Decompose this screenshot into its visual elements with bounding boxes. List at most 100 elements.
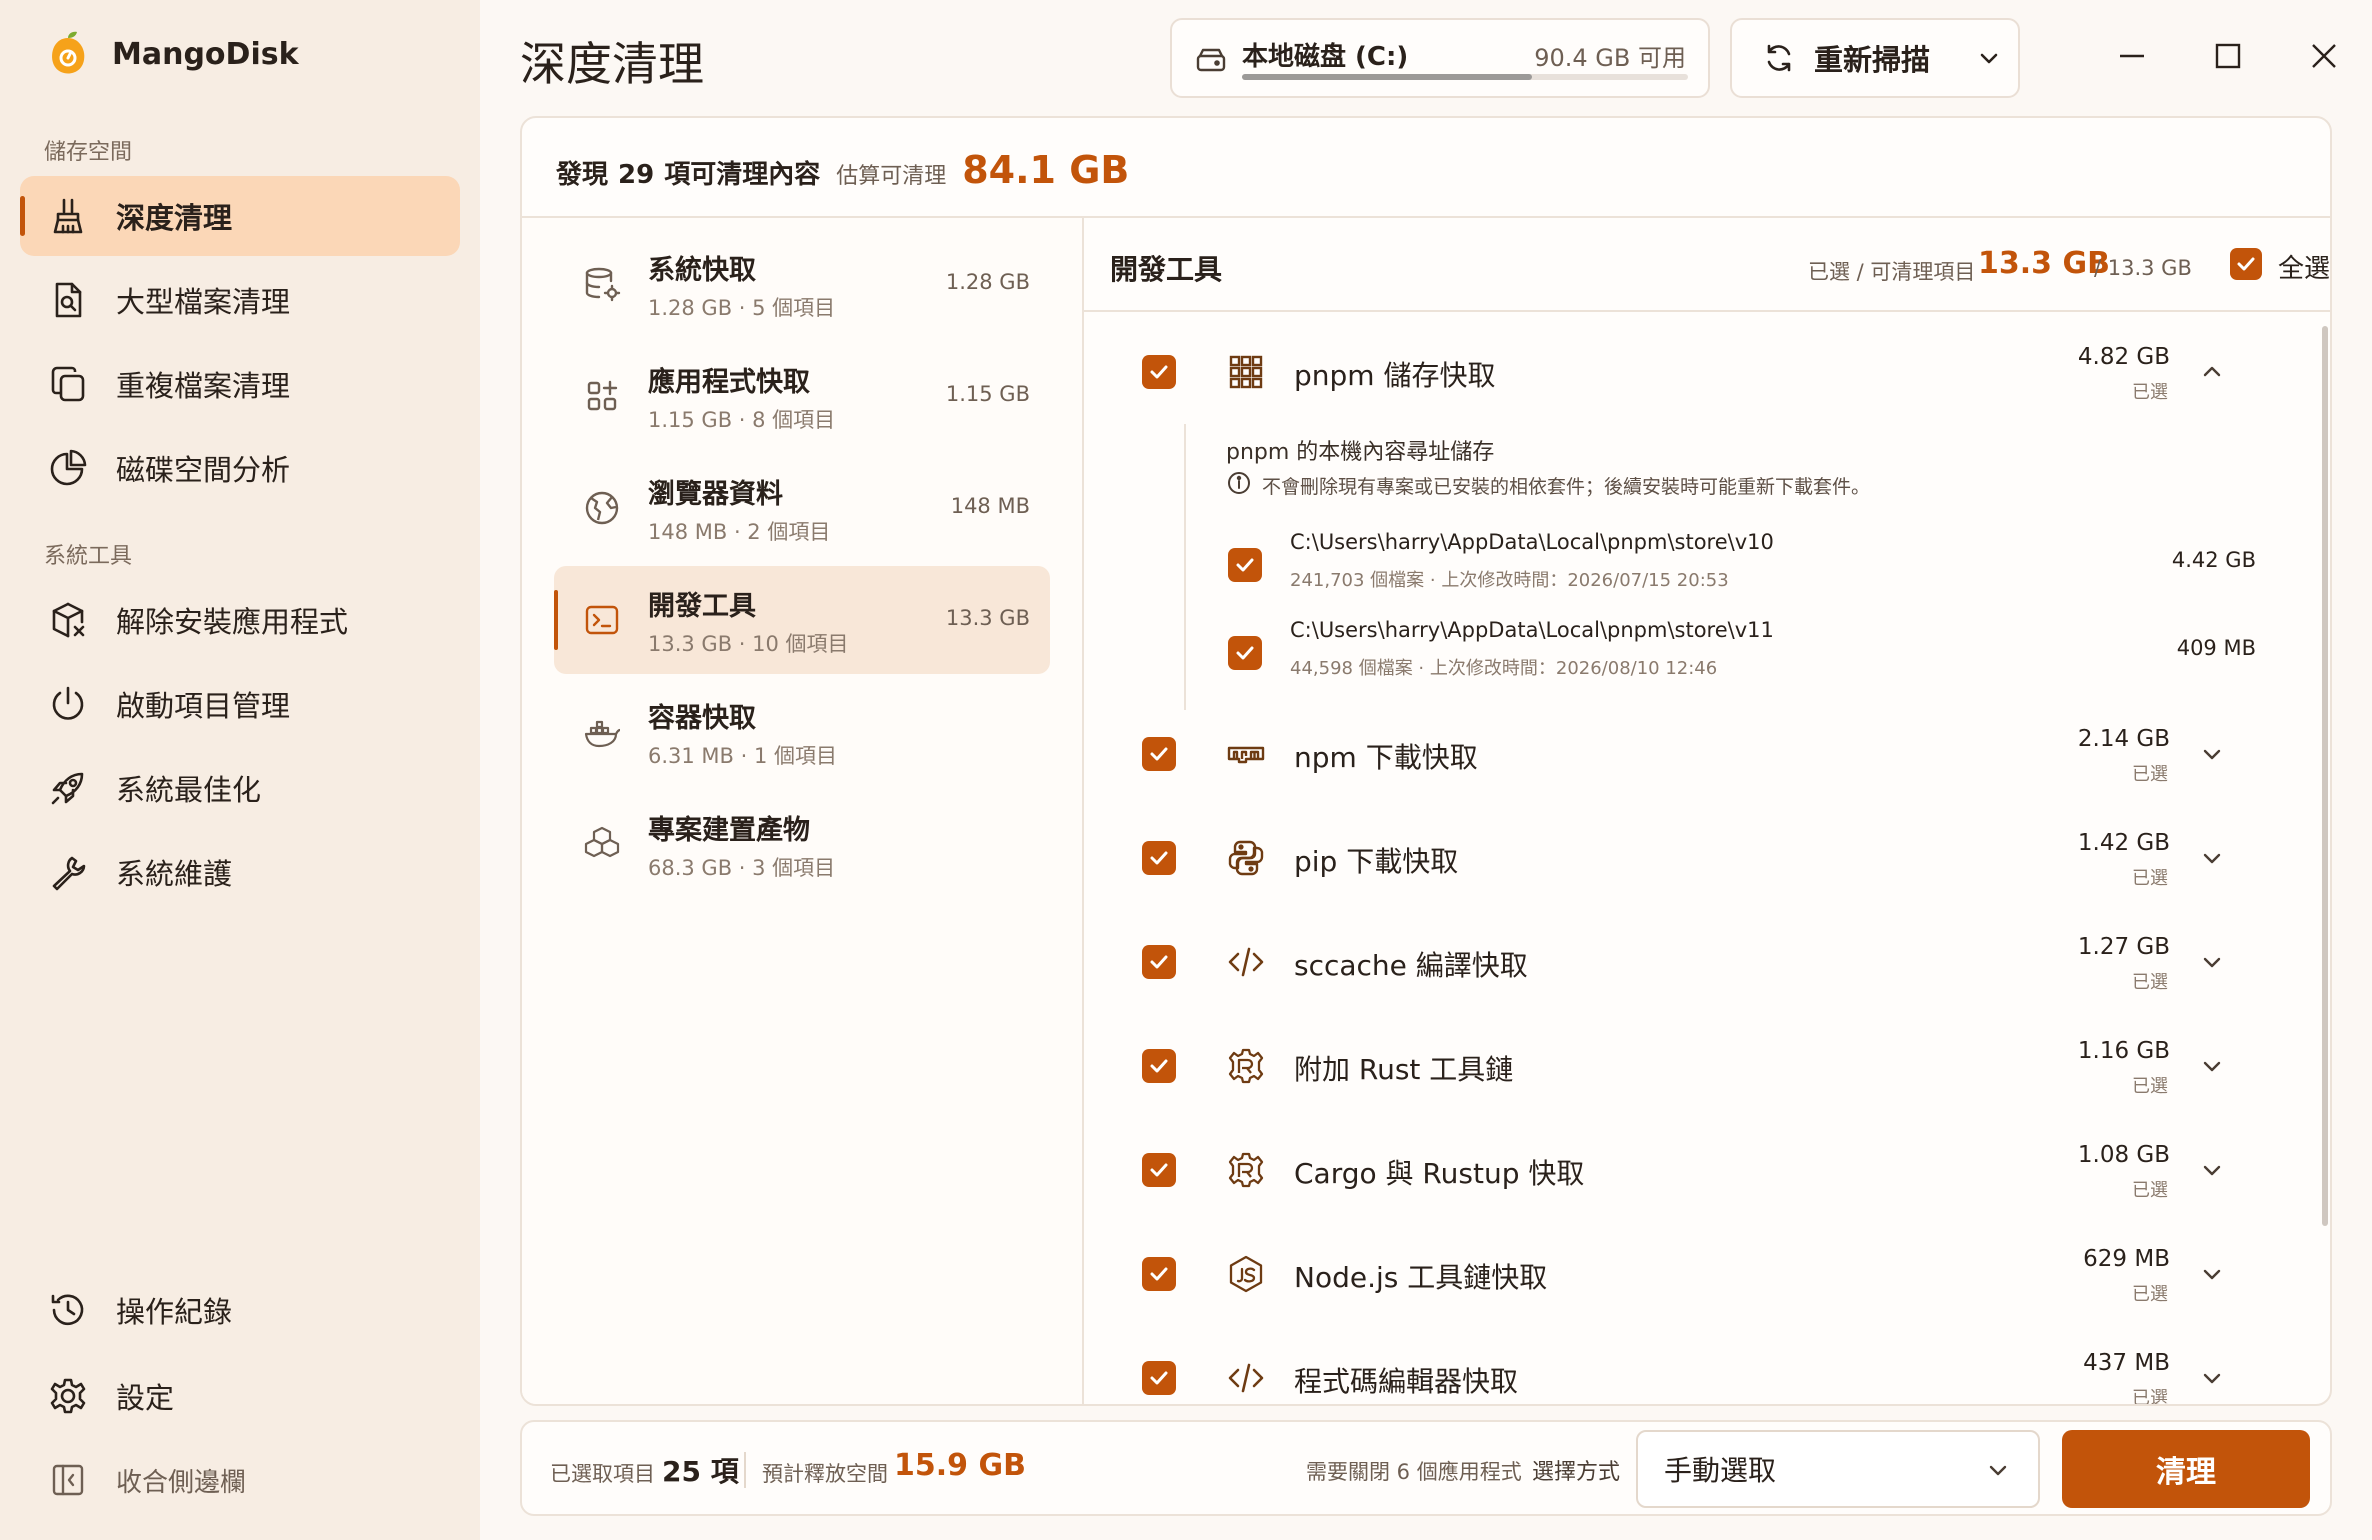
category-sub: 6.31 MB · 1 個項目	[648, 744, 838, 768]
item-row-rust-toolchain[interactable]: 附加 Rust 工具鏈 1.16 GB 已選	[1084, 1016, 2294, 1116]
sidebar-item-startup[interactable]: 啟動項目管理	[20, 664, 460, 744]
wrench-icon	[52, 856, 86, 891]
disk-selector[interactable]: 本地磁盘 (C:) 90.4 GB 可用	[1170, 18, 1710, 98]
category-list: 系統快取 1.28 GB · 5 個項目 1.28 GB 應用程式快取 1.15…	[522, 218, 1084, 1404]
detail-pane: 開發工具 已選 / 可清理項目 13.3 GB / 13.3 GB 全選 pnp…	[1084, 218, 2330, 1404]
chevron-down-icon[interactable]	[2198, 1364, 2226, 1392]
item-size: 1.16 GB	[2077, 1038, 2170, 1064]
sidebar-item-maintenance[interactable]: 系統維護	[20, 832, 460, 912]
item-checkbox[interactable]	[1142, 1361, 1176, 1395]
path-row[interactable]: C:\Users\harry\AppData\Local\pnpm\store\…	[1186, 522, 2256, 602]
sidebar-item-uninstall[interactable]: 解除安裝應用程式	[20, 580, 460, 660]
item-checkbox[interactable]	[1142, 737, 1176, 771]
category-sub: 68.3 GB · 3 個項目	[648, 856, 836, 880]
item-row-editor-cache[interactable]: 程式碼編輯器快取 437 MB 已選	[1084, 1328, 2294, 1404]
sidebar-item-settings[interactable]: 設定	[20, 1356, 460, 1436]
chevron-down-icon[interactable]	[2198, 1260, 2226, 1288]
path-checkbox[interactable]	[1228, 548, 1262, 582]
item-checkbox[interactable]	[1142, 1049, 1176, 1083]
minimize-button[interactable]	[2110, 34, 2154, 78]
selected-items-count: 25 項	[662, 1455, 739, 1488]
sidebar-item-deep-clean[interactable]: 深度清理	[20, 176, 460, 256]
category-sub: 1.28 GB · 5 個項目	[648, 296, 836, 320]
item-name: Node.js 工具鏈快取	[1294, 1261, 1548, 1294]
item-checkbox[interactable]	[1142, 1153, 1176, 1187]
category-size: 1.15 GB	[945, 382, 1030, 406]
estimate-label: 估算可清理	[836, 164, 947, 189]
chevron-down-icon[interactable]	[2198, 740, 2226, 768]
item-size: 437 MB	[2083, 1350, 2170, 1376]
divider	[744, 1452, 746, 1488]
select-all-checkbox[interactable]	[2230, 248, 2262, 280]
found-count: 29	[618, 160, 655, 190]
selected-value: 13.3 GB	[1978, 246, 2110, 281]
chevron-down-icon[interactable]	[2198, 948, 2226, 976]
item-name: Cargo 與 Rustup 快取	[1294, 1157, 1585, 1190]
python-icon	[1228, 840, 1264, 876]
category-item-system-cache[interactable]: 系統快取 1.28 GB · 5 個項目 1.28 GB	[554, 230, 1050, 338]
item-row-nodejs[interactable]: Node.js 工具鏈快取 629 MB 已選	[1084, 1224, 2294, 1324]
sidebar-item-label: 啟動項目管理	[116, 689, 291, 723]
sidebar-item-label: 大型檔案清理	[116, 285, 291, 319]
item-name: pnpm 儲存快取	[1294, 359, 1496, 392]
disk-free: 90.4 GB 可用	[1534, 44, 1686, 72]
item-name: sccache 編譯快取	[1294, 949, 1528, 982]
item-size: 2.14 GB	[2077, 726, 2170, 752]
item-checkbox[interactable]	[1142, 355, 1176, 389]
check-icon	[1236, 558, 1254, 572]
item-row-pip[interactable]: pip 下載快取 1.42 GB 已選	[1084, 808, 2294, 908]
path-checkbox[interactable]	[1228, 636, 1262, 670]
category-item-build-artifacts[interactable]: 專案建置產物 68.3 GB · 3 個項目	[554, 790, 1050, 898]
chevron-down-icon[interactable]	[1976, 45, 2002, 71]
close-button[interactable]	[2302, 34, 2346, 78]
sidebar-item-label: 系統最佳化	[116, 773, 262, 807]
item-checkbox[interactable]	[1142, 945, 1176, 979]
item-row-npm[interactable]: npm 下載快取 2.14 GB 已選	[1084, 704, 2294, 804]
chevron-down-icon[interactable]	[2198, 1052, 2226, 1080]
sidebar-item-disk-analysis[interactable]: 磁碟空間分析	[20, 428, 460, 508]
item-row-cargo-rustup[interactable]: Cargo 與 Rustup 快取 1.08 GB 已選	[1084, 1120, 2294, 1220]
sidebar-item-optimize[interactable]: 系統最佳化	[20, 748, 460, 828]
item-row-sccache[interactable]: sccache 編譯快取 1.27 GB 已選	[1084, 912, 2294, 1012]
selection-mode-dropdown[interactable]: 手動選取	[1636, 1430, 2040, 1508]
info-icon	[1228, 472, 1250, 494]
check-icon	[2237, 257, 2255, 271]
rust-gear-icon	[1228, 1048, 1264, 1084]
app-name: MangoDisk	[112, 36, 299, 72]
rust-gear-icon	[1228, 1152, 1264, 1188]
sidebar-item-duplicates[interactable]: 重複檔案清理	[20, 344, 460, 424]
close-apps-note: 需要關閉 6 個應用程式	[1306, 1460, 1522, 1484]
category-item-app-cache[interactable]: 應用程式快取 1.15 GB · 8 個項目 1.15 GB	[554, 342, 1050, 450]
category-size: 1.28 GB	[945, 270, 1030, 294]
path-row[interactable]: C:\Users\harry\AppData\Local\pnpm\store\…	[1186, 610, 2256, 690]
maximize-button[interactable]	[2206, 34, 2250, 78]
rocket-icon	[51, 772, 84, 805]
path-meta: 44,598 個檔案 · 上次修改時間：2026/08/10 12:46	[1290, 658, 1718, 679]
path-text: C:\Users\harry\AppData\Local\pnpm\store\…	[1290, 618, 1774, 642]
item-size: 4.82 GB	[2077, 344, 2170, 370]
item-selected-tag: 已選	[2132, 868, 2168, 889]
category-name: 系統快取	[648, 255, 756, 286]
clean-button[interactable]: 清理	[2062, 1430, 2310, 1508]
rescan-button[interactable]: 重新掃描	[1730, 18, 2020, 98]
chevron-up-icon[interactable]	[2198, 358, 2226, 386]
item-selected-tag: 已選	[2132, 764, 2168, 785]
category-item-browser-data[interactable]: 瀏覽器資料 148 MB · 2 個項目 148 MB	[554, 454, 1050, 562]
item-checkbox[interactable]	[1142, 841, 1176, 875]
category-name: 容器快取	[648, 703, 756, 734]
sidebar-item-history[interactable]: 操作紀錄	[20, 1270, 460, 1350]
sidebar-item-label: 重複檔案清理	[116, 369, 291, 403]
category-item-container-cache[interactable]: 容器快取 6.31 MB · 1 個項目	[554, 678, 1050, 786]
category-item-dev-tools[interactable]: 開發工具 13.3 GB · 10 個項目 13.3 GB	[554, 566, 1050, 674]
collapse-sidebar-button[interactable]: 收合側邊欄	[20, 1440, 460, 1520]
sidebar-item-large-files[interactable]: 大型檔案清理	[20, 260, 460, 340]
category-name: 專案建置產物	[648, 815, 810, 846]
item-name: 附加 Rust 工具鏈	[1294, 1053, 1514, 1086]
chevron-down-icon[interactable]	[2198, 1156, 2226, 1184]
scrollbar[interactable]	[2322, 326, 2328, 1226]
chevron-down-icon[interactable]	[2198, 844, 2226, 872]
item-row-pnpm[interactable]: pnpm 儲存快取 4.82 GB 已選	[1084, 322, 2294, 422]
item-checkbox[interactable]	[1142, 1257, 1176, 1291]
check-icon	[1150, 1163, 1168, 1177]
check-icon	[1150, 365, 1168, 379]
